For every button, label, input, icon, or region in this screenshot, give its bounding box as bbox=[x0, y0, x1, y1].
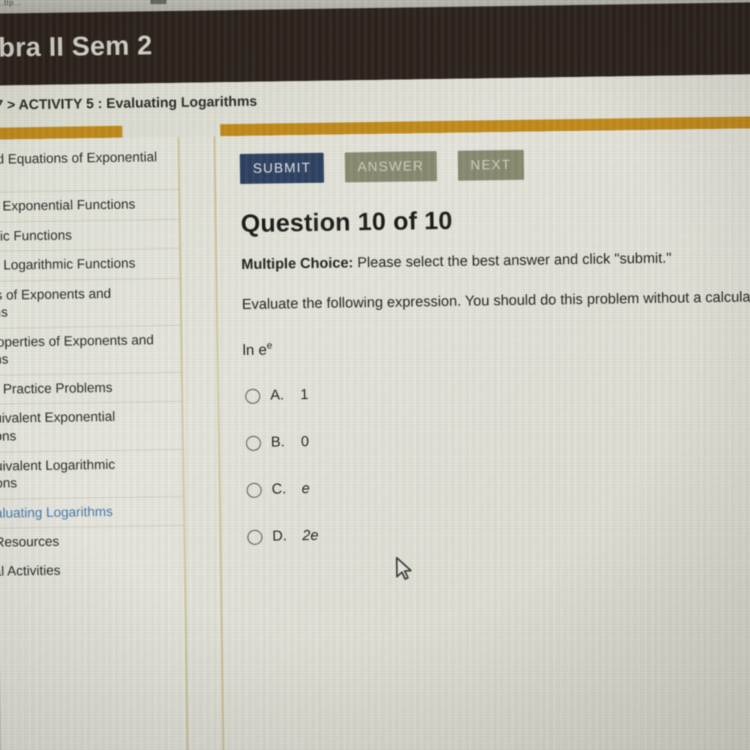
choice-letter: C. bbox=[271, 481, 287, 498]
radio-icon[interactable] bbox=[245, 435, 262, 451]
choice-b[interactable]: B. 0 bbox=[245, 424, 750, 454]
sidebar-item-label: Graphs of Logarithmic Functions bbox=[0, 255, 136, 274]
sidebar-item-label: Checkup: Practice Problems bbox=[0, 379, 113, 398]
mouse-cursor-icon bbox=[395, 555, 415, 588]
sidebar-item-label: Graphs of Exponential Functions bbox=[0, 196, 136, 215]
question-instruction: Multiple Choice: Please select the best … bbox=[241, 249, 750, 273]
sidebar-item[interactable]: Student Resources bbox=[0, 526, 185, 558]
sidebar-item[interactable]: Tables and Equations of Exponential Func… bbox=[0, 142, 180, 194]
monitor-photo: ...ttp... Algebra II Sem 2 LESSON 7 > AC… bbox=[0, 0, 750, 750]
choice-value: 0 bbox=[300, 434, 310, 451]
sidebar-item-label: Student Resources bbox=[0, 533, 60, 551]
instruction-text: Please select the best answer and click … bbox=[353, 250, 672, 272]
math-expression: ln ee bbox=[242, 333, 750, 359]
sidebar-item[interactable]: Checkup: Practice Problems bbox=[0, 372, 183, 407]
sidebar-item[interactable]: Properties of Exponents and Logarithms bbox=[0, 278, 182, 330]
app-header: Algebra II Sem 2 bbox=[0, 2, 750, 86]
browser-tab-indicator[interactable] bbox=[150, 0, 167, 5]
sidebar-item[interactable]: Graphs of Exponential Functions bbox=[0, 190, 180, 224]
sidebar-item-label: Quiz: Equivalent Logarithmic Expressions bbox=[0, 456, 116, 492]
sidebar-item-label: Study: Properties of Exponents and Logar… bbox=[0, 332, 154, 368]
answer-button[interactable]: ANSWER bbox=[344, 151, 438, 183]
sidebar-item[interactable]: Logarithmic Functions bbox=[0, 219, 181, 253]
sidebar-item-label: Tables and Equations of Exponential Func… bbox=[0, 149, 158, 167]
sidebar-item[interactable]: Quiz: Equivalent Logarithmic Expressions bbox=[0, 449, 184, 501]
sidebar-item-label: Quiz: Equivalent Exponential Expressions bbox=[0, 409, 116, 445]
screen-content: ...ttp... Algebra II Sem 2 LESSON 7 > AC… bbox=[0, 0, 750, 750]
choice-value: e bbox=[301, 481, 310, 498]
sidebar-item[interactable]: Graphs of Logarithmic Functions bbox=[0, 249, 181, 283]
sidebar-item-label: Properties of Exponents and Logarithms bbox=[0, 285, 112, 321]
sidebar-item-label: Quiz: Evaluating Logarithms bbox=[0, 503, 113, 522]
expression-exponent: e bbox=[266, 340, 273, 352]
question-panel: SUBMIT ANSWER NEXT Question 10 of 10 Mul… bbox=[217, 128, 750, 750]
course-title: Algebra II Sem 2 bbox=[0, 30, 153, 64]
next-button[interactable]: NEXT bbox=[457, 149, 525, 181]
question-heading: Question 10 of 10 bbox=[240, 206, 453, 239]
instruction-label: Multiple Choice: bbox=[241, 255, 354, 273]
question-prompt: Evaluate the following expression. You s… bbox=[241, 289, 750, 313]
submit-button[interactable]: SUBMIT bbox=[239, 152, 325, 185]
choice-letter: B. bbox=[270, 434, 285, 451]
sidebar-item[interactable]: Quiz: Equivalent Exponential Expressions bbox=[0, 402, 184, 454]
choice-letter: D. bbox=[272, 528, 287, 545]
sidebar-item[interactable]: Additional Activities bbox=[0, 555, 185, 587]
sidebar-item-label: Additional Activities bbox=[0, 562, 61, 580]
sidebar: Tables and Equations of Exponential Func… bbox=[0, 136, 188, 750]
sidebar-item[interactable]: Study: Properties of Exponents and Logar… bbox=[0, 325, 182, 377]
choice-letter: A. bbox=[270, 387, 285, 404]
answer-choices: A. 1 B. 0 C. e D. 2e bbox=[245, 377, 750, 548]
breadcrumb[interactable]: LESSON 7 > ACTIVITY 5 : Evaluating Logar… bbox=[0, 93, 257, 114]
choice-c[interactable]: C. e bbox=[246, 471, 750, 501]
choice-value: 2e bbox=[302, 527, 319, 545]
expression-base: ln e bbox=[242, 341, 267, 359]
page-body: Tables and Equations of Exponential Func… bbox=[0, 128, 750, 750]
quiz-toolbar: SUBMIT ANSWER NEXT bbox=[239, 146, 750, 188]
radio-icon[interactable] bbox=[246, 482, 262, 498]
radio-icon[interactable] bbox=[247, 529, 263, 545]
radio-icon[interactable] bbox=[245, 388, 261, 404]
choice-a[interactable]: A. 1 bbox=[245, 377, 750, 407]
choice-value: 1 bbox=[300, 387, 309, 404]
sidebar-item-label: Logarithmic Functions bbox=[0, 227, 73, 245]
browser-url-text: ...ttp... bbox=[0, 0, 22, 8]
sidebar-item-current[interactable]: Quiz: Evaluating Logarithms bbox=[0, 496, 185, 530]
choice-d[interactable]: D. 2e bbox=[247, 518, 750, 548]
